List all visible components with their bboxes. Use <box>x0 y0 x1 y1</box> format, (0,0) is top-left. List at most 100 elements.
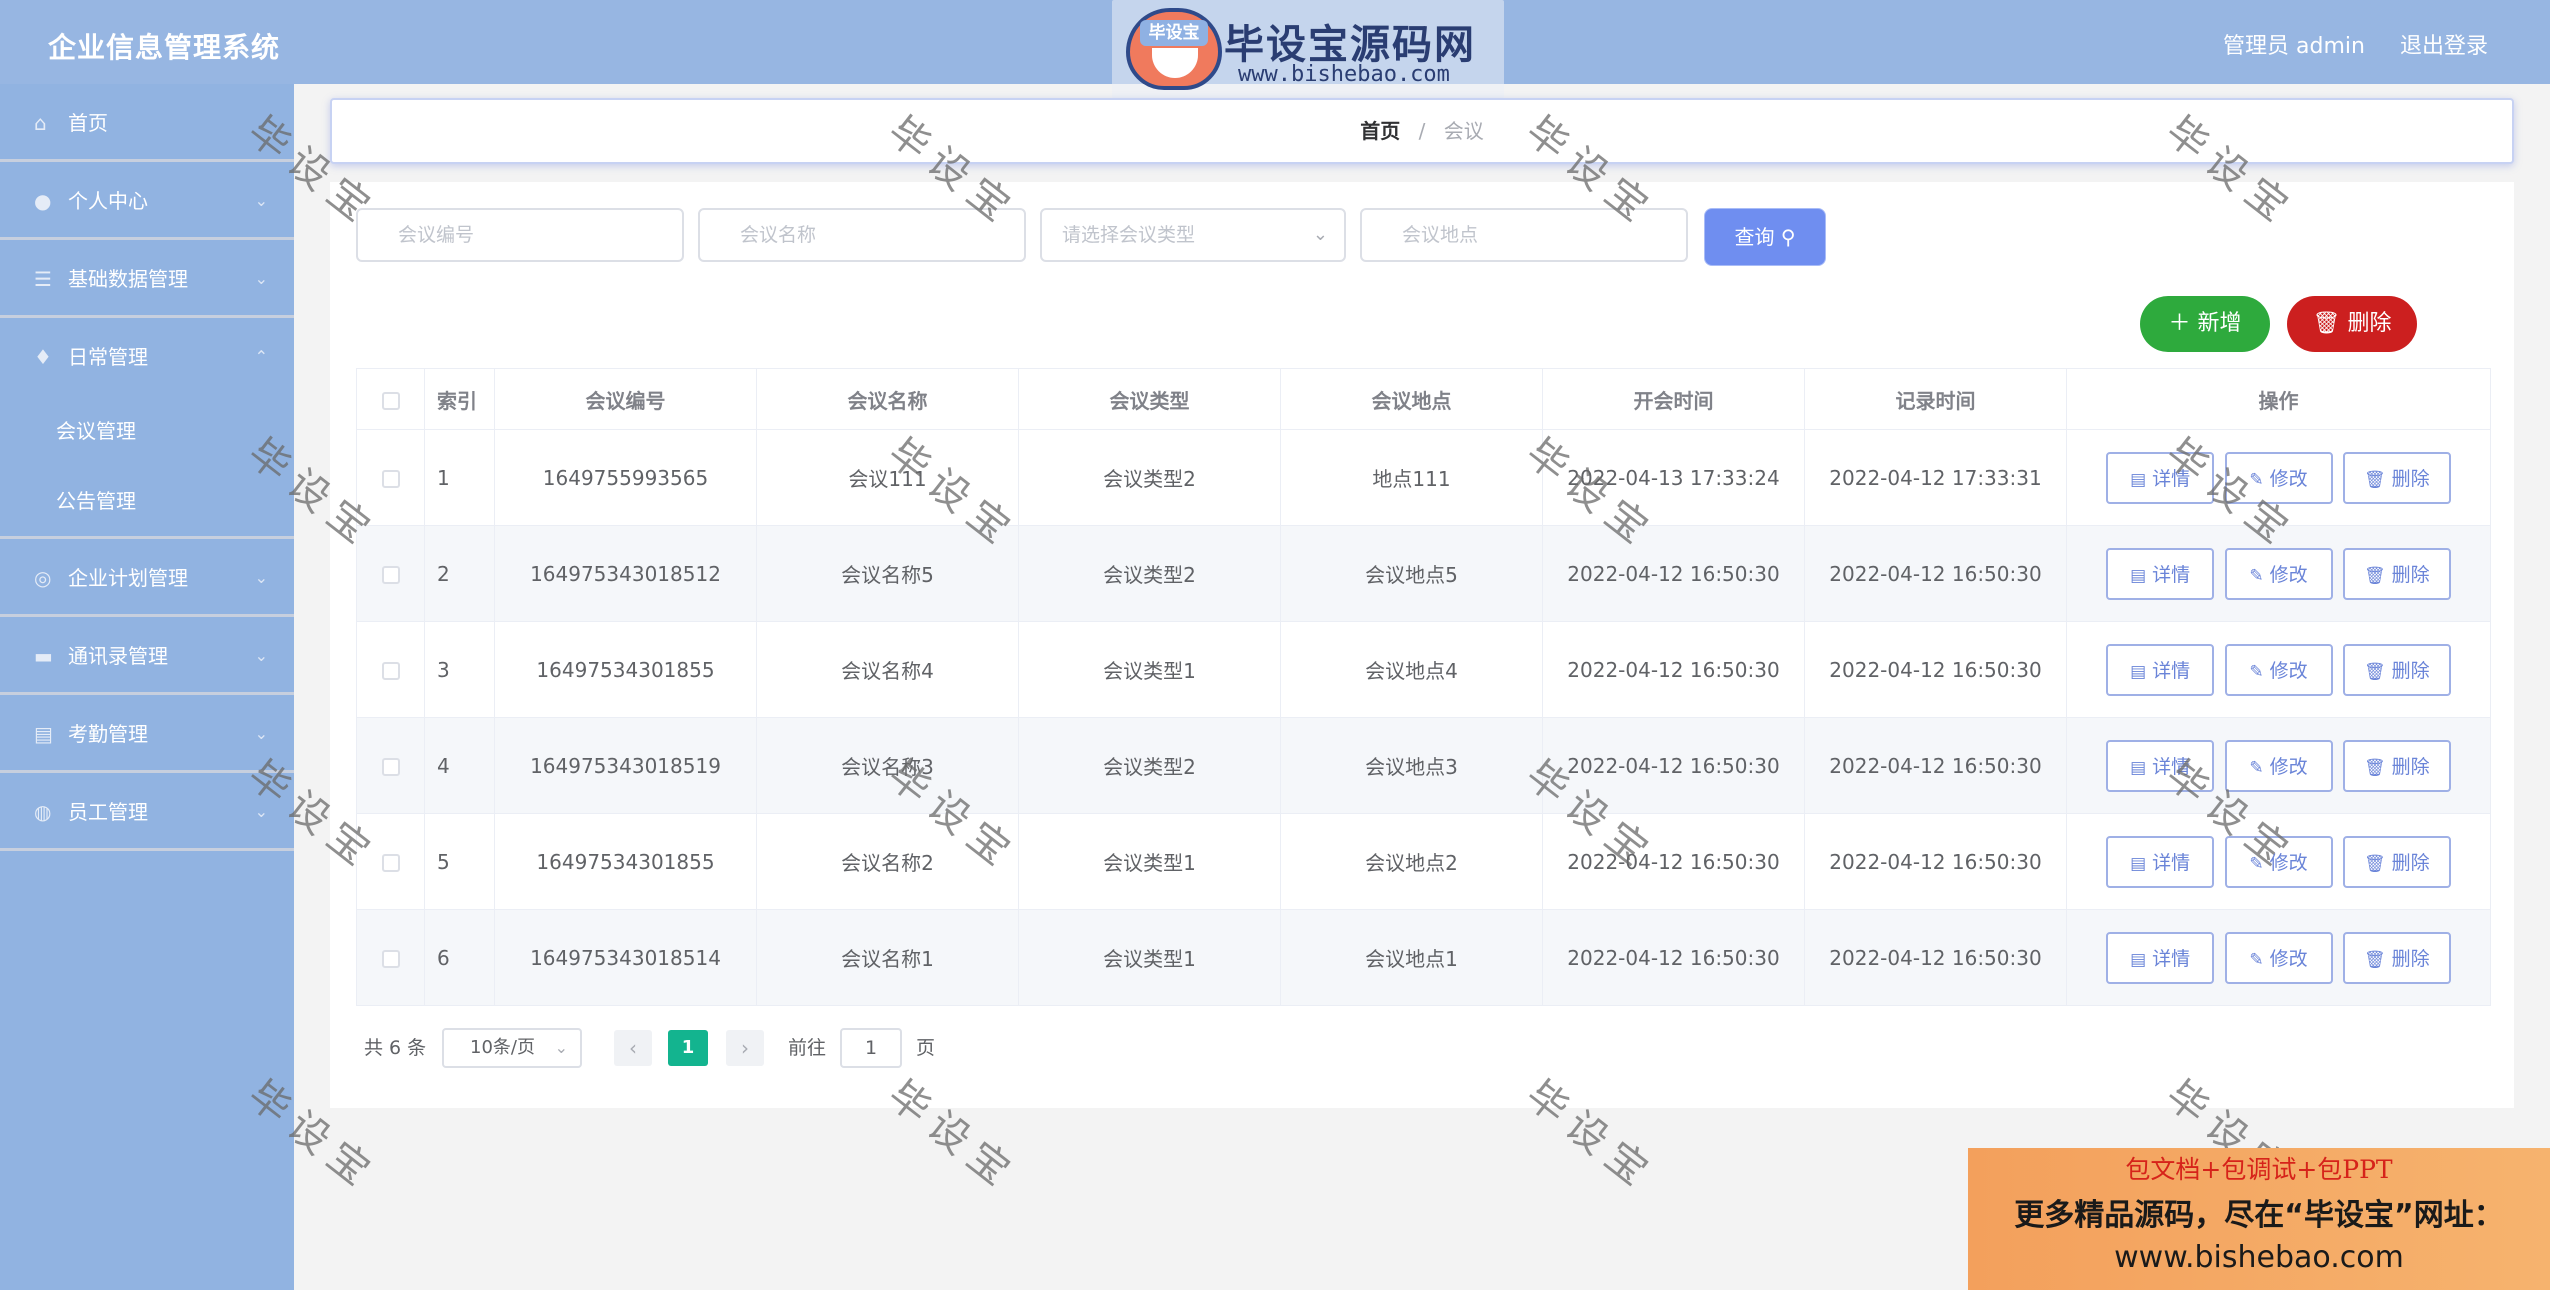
pencil-icon: ✎ <box>2249 949 2264 970</box>
delete-button[interactable]: 🗑 删除 <box>2342 739 2451 792</box>
edit-button[interactable]: ✎ 修改 <box>2224 451 2333 504</box>
detail-button[interactable]: ▤ 详情 <box>2106 739 2215 792</box>
edit-button[interactable]: ✎ 修改 <box>2224 835 2333 888</box>
meeting-type-select[interactable]: 请选择会议类型 ⌄ <box>1040 208 1346 262</box>
row-checkbox[interactable] <box>356 717 425 814</box>
trash-icon: 🗑 <box>2364 757 2386 778</box>
compass-icon: ◎ <box>34 566 52 590</box>
home-icon: ⌂ <box>34 111 47 135</box>
promo-line: 更多精品源码，尽在“毕设宝”网址： <box>2014 1198 2504 1233</box>
trash-icon: 🗑 <box>2364 469 2386 490</box>
document-icon: ▤ <box>2130 757 2147 778</box>
meeting-code-input[interactable] <box>356 208 684 262</box>
logo-icon: 毕设宝 <box>1126 8 1222 90</box>
sidebar-item-attendance[interactable]: ▤ 考勤管理 ⌄ <box>0 695 294 773</box>
breadcrumb-current: 会议 <box>1443 119 1484 143</box>
row-checkbox[interactable] <box>356 909 425 1006</box>
breadcrumb: 首页 / 会议 <box>330 98 2514 164</box>
table-row: 6 164975343018514 会议名称1 会议类型1 会议地点1 2022… <box>356 909 2491 1006</box>
detail-button[interactable]: ▤ 详情 <box>2106 643 2215 696</box>
table-row: 2 164975343018512 会议名称5 会议类型2 会议地点5 2022… <box>356 525 2491 622</box>
row-actions: ▤ 详情 ✎ 修改 🗑 删除 <box>2066 813 2491 910</box>
edit-button[interactable]: ✎ 修改 <box>2224 931 2333 984</box>
trash-icon: 🗑 <box>2364 949 2386 970</box>
table-row: 4 164975343018519 会议名称3 会议类型2 会议地点3 2022… <box>356 717 2491 814</box>
chevron-down-icon: ⌄ <box>254 269 268 288</box>
add-button[interactable]: ＋ 新增 <box>2140 296 2270 352</box>
bulb-icon: ♦ <box>34 345 52 369</box>
document-icon: ▤ <box>2130 949 2147 970</box>
app-title: 企业信息管理系统 <box>48 31 281 64</box>
row-checkbox[interactable] <box>356 621 425 718</box>
chevron-down-icon: ⌄ <box>254 802 268 821</box>
chevron-up-icon: ⌃ <box>254 347 268 366</box>
sidebar-item-staff[interactable]: ◍ 员工管理 ⌄ <box>0 773 294 851</box>
document-icon: ▤ <box>2130 661 2147 682</box>
page-size-select[interactable]: 10条/页 ⌄ <box>442 1028 582 1068</box>
goto-label: 前往 <box>788 1037 827 1059</box>
query-button[interactable]: 查询 ⚲ <box>1704 208 1826 266</box>
row-checkbox[interactable] <box>356 429 425 526</box>
row-actions: ▤ 详情 ✎ 修改 🗑 删除 <box>2066 717 2491 814</box>
row-actions: ▤ 详情 ✎ 修改 🗑 删除 <box>2066 525 2491 622</box>
promo-banner: 包文档+包调试+包PPT 更多精品源码，尽在“毕设宝”网址： www.bishe… <box>1968 1148 2550 1290</box>
detail-button[interactable]: ▤ 详情 <box>2106 931 2215 984</box>
detail-button[interactable]: ▤ 详情 <box>2106 547 2215 600</box>
logo-badge: 毕设宝 <box>1140 20 1208 46</box>
main-area: 首页 / 会议 请选择会议类型 ⌄ 查询 ⚲ ＋ 新增 🗑 删除 <box>294 84 2550 1290</box>
pencil-icon: ✎ <box>2249 565 2264 586</box>
goto-page-input[interactable]: 1 <box>840 1028 902 1068</box>
next-page-button[interactable]: › <box>726 1030 764 1066</box>
column-header: 操作 <box>2066 368 2491 430</box>
current-user: 管理员 admin <box>2223 34 2365 59</box>
delete-button[interactable]: 🗑 删除 <box>2342 835 2451 888</box>
sidebar-item-profile[interactable]: ● 个人中心 ⌄ <box>0 162 294 240</box>
pagination-total: 共 6 条 <box>364 1037 427 1059</box>
detail-button[interactable]: ▤ 详情 <box>2106 835 2215 888</box>
row-checkbox[interactable] <box>356 525 425 622</box>
clipboard-icon: ▤ <box>34 722 53 746</box>
sidebar-subitem-notice[interactable]: 公告管理 <box>0 466 294 536</box>
trash-icon: 🗑 <box>2364 853 2386 874</box>
logout-link[interactable]: 退出登录 <box>2400 34 2488 59</box>
prev-page-button[interactable]: ‹ <box>614 1030 652 1066</box>
top-header: 企业信息管理系统 毕设宝 毕设宝源码网 www.bishebao.com 管理员… <box>0 0 2550 98</box>
sidebar-item-basic-data[interactable]: ☰ 基础数据管理 ⌄ <box>0 240 294 318</box>
delete-button[interactable]: 🗑 删除 <box>2342 931 2451 984</box>
page-number-current[interactable]: 1 <box>668 1030 708 1066</box>
column-header: 记录时间 <box>1804 368 2067 430</box>
pencil-icon: ✎ <box>2249 469 2264 490</box>
delete-button[interactable]: 🗑 删除 <box>2342 451 2451 504</box>
column-header: 会议名称 <box>756 368 1019 430</box>
sidebar-subitem-meeting[interactable]: 会议管理 <box>0 396 294 466</box>
meeting-place-input[interactable] <box>1360 208 1688 262</box>
breadcrumb-home[interactable]: 首页 <box>1360 119 1400 143</box>
row-actions: ▤ 详情 ✎ 修改 🗑 删除 <box>2066 909 2491 1006</box>
chevron-down-icon: ⌄ <box>254 568 268 587</box>
sidebar-item-plan[interactable]: ◎ 企业计划管理 ⌄ <box>0 539 294 617</box>
detail-button[interactable]: ▤ 详情 <box>2106 451 2215 504</box>
delete-button[interactable]: 🗑 删除 <box>2342 547 2451 600</box>
edit-button[interactable]: ✎ 修改 <box>2224 547 2333 600</box>
sidebar-item-home[interactable]: ⌂ 首页 <box>0 84 294 162</box>
table-row: 1 1649755993565 会议111 会议类型2 地点111 2022-0… <box>356 429 2491 526</box>
sidebar-item-daily[interactable]: ♦ 日常管理 ⌃ <box>0 318 294 396</box>
table-row: 5 16497534301855 会议名称2 会议类型1 会议地点2 2022-… <box>356 813 2491 910</box>
column-header: 会议编号 <box>494 368 757 430</box>
pencil-icon: ✎ <box>2249 853 2264 874</box>
row-actions: ▤ 详情 ✎ 修改 🗑 删除 <box>2066 621 2491 718</box>
delete-button[interactable]: 🗑 删除 <box>2342 643 2451 696</box>
edit-button[interactable]: ✎ 修改 <box>2224 643 2333 696</box>
row-checkbox[interactable] <box>356 813 425 910</box>
daily-submenu: 会议管理 公告管理 <box>0 396 294 539</box>
breadcrumb-separator: / <box>1418 119 1426 143</box>
meeting-name-input[interactable] <box>698 208 1026 262</box>
sidebar-item-contacts[interactable]: ▬ 通讯录管理 ⌄ <box>0 617 294 695</box>
search-icon: ⚲ <box>1780 225 1796 249</box>
document-icon: ▤ <box>2130 853 2147 874</box>
sidebar: ⌂ 首页 ● 个人中心 ⌄ ☰ 基础数据管理 ⌄ ♦ 日常管理 ⌃ 会议管理 公… <box>0 84 294 1290</box>
table-row: 3 16497534301855 会议名称4 会议类型1 会议地点4 2022-… <box>356 621 2491 718</box>
batch-delete-button[interactable]: 🗑 删除 <box>2287 296 2417 352</box>
select-all-checkbox[interactable] <box>356 368 425 430</box>
edit-button[interactable]: ✎ 修改 <box>2224 739 2333 792</box>
